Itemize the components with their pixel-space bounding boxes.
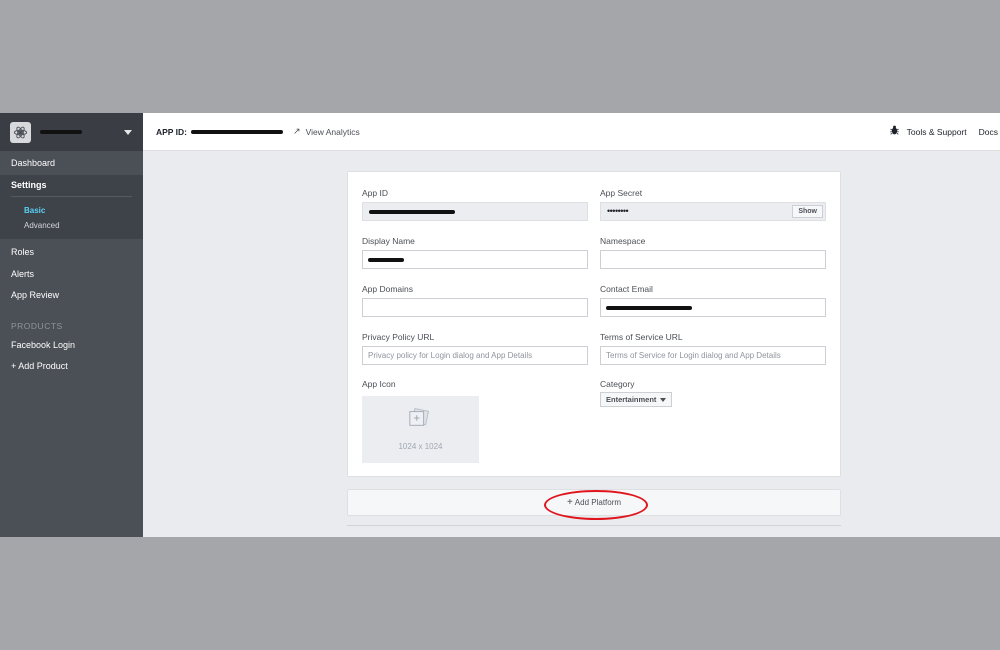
sidebar-item-alerts[interactable]: Alerts xyxy=(0,264,143,286)
sidebar-item-app-review[interactable]: App Review xyxy=(0,285,143,307)
contact-email-field-label: Contact Email xyxy=(600,284,653,294)
namespace-field[interactable] xyxy=(600,250,826,269)
top-bar: APP ID: ↗ View Analytics Tools & Support xyxy=(143,113,1000,151)
privacy-policy-field-label: Privacy Policy URL xyxy=(362,332,435,342)
app-domains-field-label: App Domains xyxy=(362,284,414,294)
display-name-value-redacted xyxy=(368,258,404,262)
view-analytics-label: View Analytics xyxy=(305,126,360,137)
category-field-label: Category xyxy=(600,379,635,389)
contact-email-value-redacted xyxy=(606,306,692,310)
app-id-field-label: App ID xyxy=(362,188,388,198)
image-placeholder-icon xyxy=(409,408,429,426)
divider xyxy=(347,525,841,526)
bug-icon[interactable] xyxy=(889,125,899,138)
sidebar-item-roles[interactable]: Roles xyxy=(0,242,143,264)
chevron-down-icon[interactable] xyxy=(124,129,132,135)
app-secret-field-label: App Secret xyxy=(600,188,643,198)
app-id-field xyxy=(362,202,588,221)
app-name-redacted xyxy=(40,130,82,134)
view-analytics-link[interactable]: ↗ View Analytics xyxy=(293,126,360,137)
app-icon-field-label: App Icon xyxy=(362,379,396,389)
add-platform-label: Add Platform xyxy=(574,498,622,507)
sidebar-item-settings[interactable]: Settings xyxy=(0,175,143,197)
category-select[interactable]: Entertainment xyxy=(600,392,673,407)
divider xyxy=(11,196,132,197)
sidebar-item-add-product[interactable]: + Add Product xyxy=(0,356,143,378)
terms-of-service-field[interactable]: Terms of Service for Login dialog and Ap… xyxy=(600,346,826,365)
display-name-field-label: Display Name xyxy=(362,236,415,246)
app-logo-icon xyxy=(10,121,31,143)
sidebar-subitem-advanced[interactable]: Advanced xyxy=(0,218,143,233)
sidebar-item-facebook-login[interactable]: Facebook Login xyxy=(0,335,143,357)
chevron-down-icon xyxy=(660,397,667,402)
sidebar-settings-group: Settings Basic Advanced xyxy=(0,174,143,239)
top-right-links: Tools & Support Docs xyxy=(889,125,1000,138)
namespace-field-label: Namespace xyxy=(600,236,646,246)
developer-console-window: Dashboard Settings Basic Advanced Roles … xyxy=(0,113,1000,537)
sidebar-nav: Dashboard Settings Basic Advanced Roles … xyxy=(0,153,143,378)
category-value: Entertainment xyxy=(606,395,657,404)
app-icon-upload[interactable]: 1024 x 1024 xyxy=(362,396,479,463)
sidebar-section-products: PRODUCTS xyxy=(11,320,63,331)
app-id-value-redacted xyxy=(369,210,455,214)
display-name-field[interactable] xyxy=(362,250,588,269)
app-secret-field: •••••••• Show xyxy=(600,202,826,221)
basic-settings-panel: App ID App Secret •••••••• Show Display … xyxy=(347,171,841,477)
terms-of-service-field-label: Terms of Service URL xyxy=(600,332,683,342)
show-secret-button[interactable]: Show xyxy=(792,205,823,218)
trend-up-icon: ↗ xyxy=(293,126,301,136)
app-icon-size-label: 1024 x 1024 xyxy=(398,442,443,451)
app-id-redacted xyxy=(191,129,284,134)
tools-support-link[interactable]: Tools & Support xyxy=(907,127,967,137)
app-id-label: APP ID: xyxy=(156,126,188,137)
contact-email-field[interactable] xyxy=(600,298,826,317)
privacy-policy-field[interactable]: Privacy policy for Login dialog and App … xyxy=(362,346,588,365)
app-secret-value: •••••••• xyxy=(607,206,629,216)
app-domains-field[interactable] xyxy=(362,298,588,317)
sidebar-subitem-basic[interactable]: Basic xyxy=(0,203,143,218)
docs-link[interactable]: Docs xyxy=(979,127,998,137)
sidebar-item-dashboard[interactable]: Dashboard xyxy=(0,153,143,175)
add-platform-button[interactable]: + Add Platform xyxy=(347,489,841,516)
app-switcher[interactable] xyxy=(0,113,143,151)
sidebar: Dashboard Settings Basic Advanced Roles … xyxy=(0,113,143,537)
plus-icon: + xyxy=(566,497,573,508)
